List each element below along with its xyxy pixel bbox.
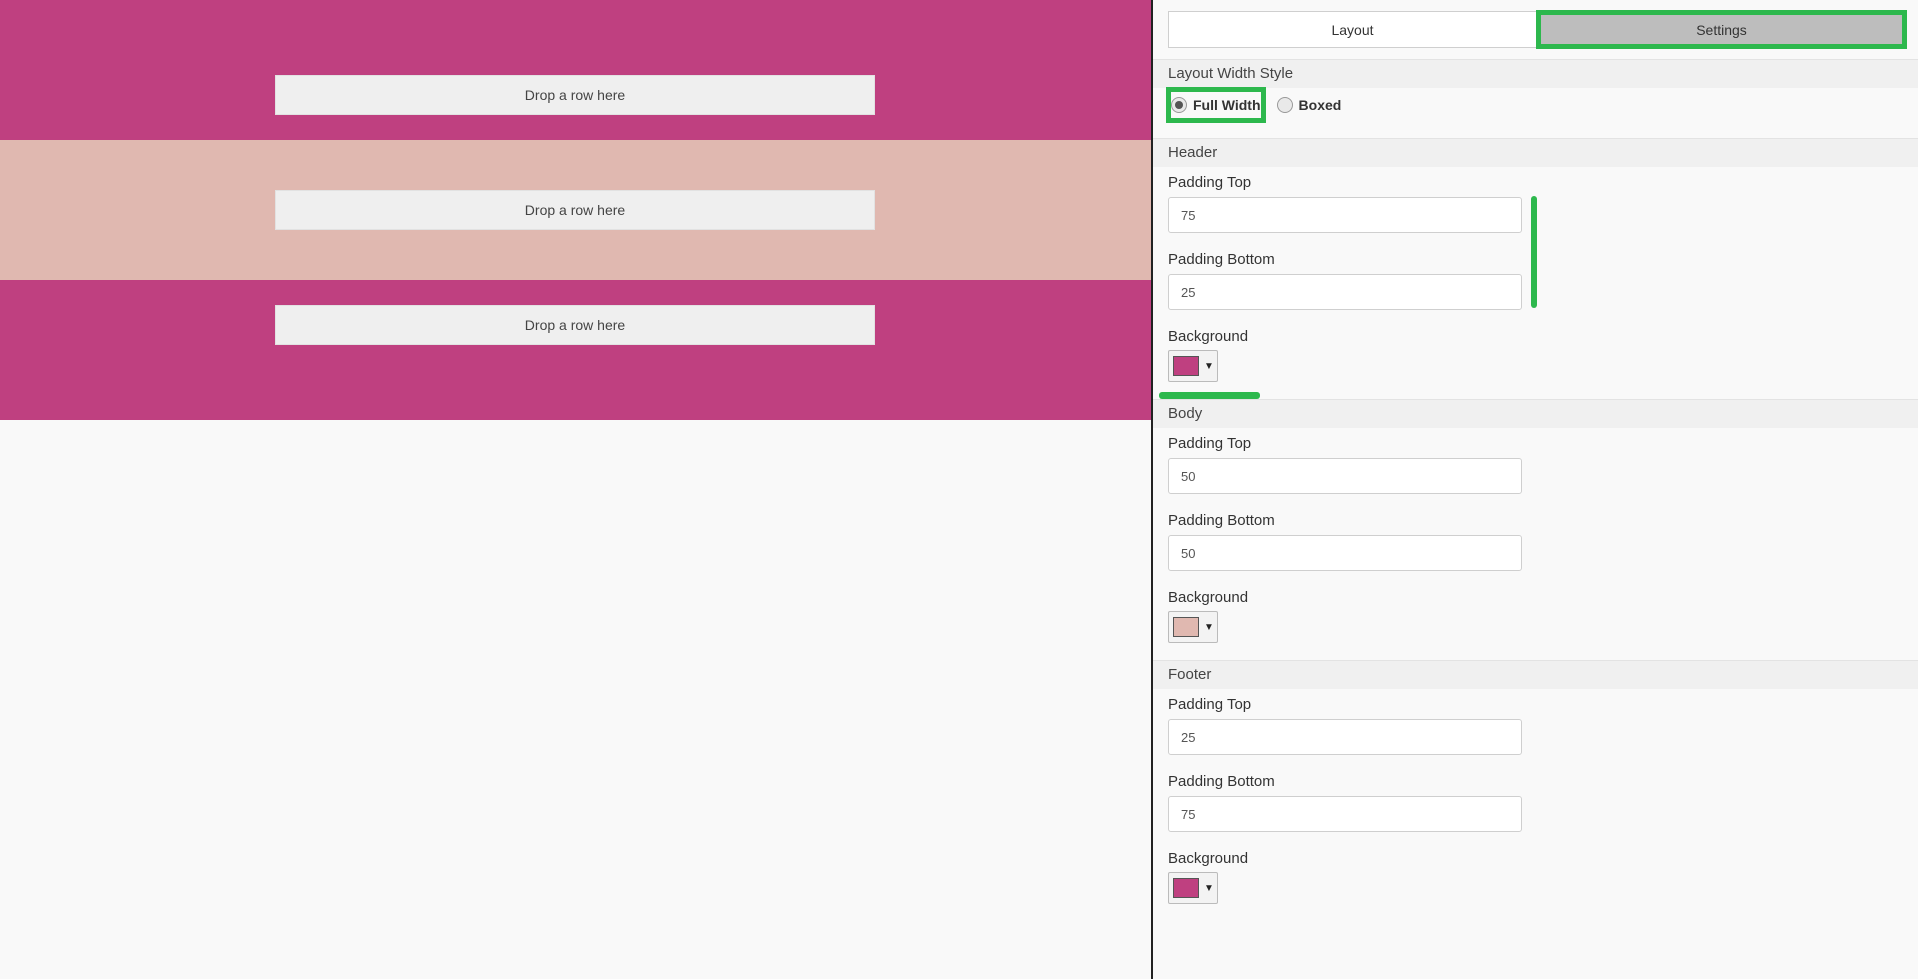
highlight-bar-horizontal [1159, 392, 1260, 399]
header-padding-top-label: Padding Top [1168, 174, 1252, 191]
footer-background-picker[interactable]: ▼ [1168, 872, 1218, 904]
body-padding-top-input[interactable] [1168, 458, 1522, 494]
header-group-title: Header [1153, 138, 1918, 167]
header-section: Drop a row here [0, 0, 1151, 140]
footer-group-title: Footer [1153, 660, 1918, 689]
body-padding-bottom-label: Padding Bottom [1168, 512, 1275, 529]
full-width-radio[interactable]: Full Width [1166, 87, 1266, 123]
body-background-label: Background [1168, 589, 1249, 606]
radio-unchecked-icon [1276, 97, 1293, 113]
body-group-title: Body [1153, 399, 1918, 428]
footer-padding-bottom-input[interactable] [1168, 796, 1522, 832]
highlight-bar-vertical [1531, 196, 1537, 308]
body-background-picker[interactable]: ▼ [1168, 611, 1218, 643]
footer-padding-top-input[interactable] [1168, 719, 1522, 755]
tab-layout[interactable]: Layout [1168, 11, 1537, 48]
radio-checked-icon [1171, 97, 1187, 113]
body-padding-bottom-input[interactable] [1168, 535, 1522, 571]
header-padding-top-input[interactable] [1168, 197, 1522, 233]
settings-panel: Layout Settings Layout Width Style Full … [1151, 0, 1918, 979]
chevron-down-icon: ▼ [1204, 882, 1214, 894]
header-background-label: Background [1168, 328, 1249, 345]
layout-canvas: Drop a row here Drop a row here Drop a r… [0, 0, 1151, 979]
header-padding-bottom-label: Padding Bottom [1168, 251, 1275, 268]
footer-color-swatch [1173, 878, 1199, 898]
body-drop-zone[interactable]: Drop a row here [275, 190, 875, 230]
footer-section: Drop a row here [0, 280, 1151, 420]
chevron-down-icon: ▼ [1204, 360, 1214, 372]
tab-settings[interactable]: Settings [1536, 10, 1907, 49]
header-background-picker[interactable]: ▼ [1168, 350, 1218, 382]
header-color-swatch [1173, 356, 1199, 376]
footer-background-label: Background [1168, 850, 1249, 867]
footer-padding-bottom-label: Padding Bottom [1168, 773, 1275, 790]
header-drop-zone[interactable]: Drop a row here [275, 75, 875, 115]
chevron-down-icon: ▼ [1204, 621, 1214, 633]
boxed-label: Boxed [1298, 97, 1342, 113]
header-padding-bottom-input[interactable] [1168, 274, 1522, 310]
body-section: Drop a row here [0, 140, 1151, 280]
body-color-swatch [1173, 617, 1199, 637]
panel-tabs: Layout Settings [1168, 10, 1907, 49]
footer-padding-top-label: Padding Top [1168, 696, 1252, 713]
full-width-label: Full Width [1193, 97, 1261, 113]
boxed-radio[interactable]: Boxed [1273, 88, 1346, 122]
body-padding-top-label: Padding Top [1168, 435, 1252, 452]
layout-width-style-title: Layout Width Style [1153, 59, 1918, 88]
footer-drop-zone[interactable]: Drop a row here [275, 305, 875, 345]
layout-width-radio-group: Full Width Boxed [1166, 87, 1346, 123]
